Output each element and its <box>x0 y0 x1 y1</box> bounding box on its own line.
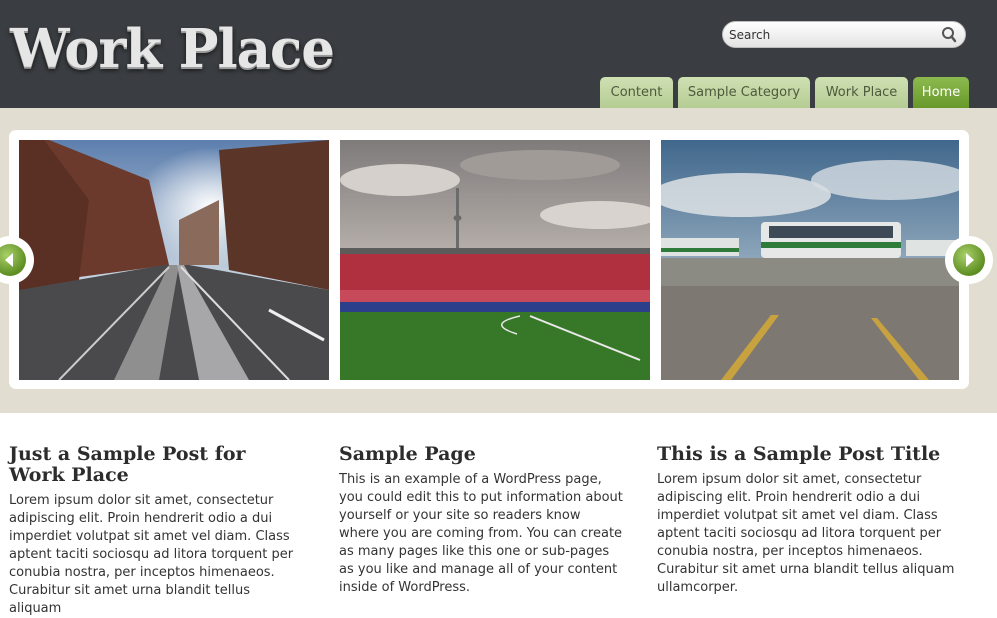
nav-tab-label: Content <box>610 85 663 100</box>
slider-next-button[interactable] <box>945 236 993 284</box>
page-title-link[interactable]: Sample Page <box>339 444 624 465</box>
parking-lot-photo <box>661 140 959 380</box>
page-excerpt: This is an example of a WordPress page, … <box>339 472 623 595</box>
post-title-link[interactable]: This is a Sample Post Title <box>657 444 955 465</box>
nav-tab-work-place[interactable]: Work Place <box>815 77 908 108</box>
site-logo[interactable]: Work Place <box>10 14 335 84</box>
stadium-photo <box>340 140 650 380</box>
street-photo <box>19 140 329 380</box>
post-excerpt: Lorem ipsum dolor sit amet, consectetur … <box>9 493 294 616</box>
search-icon[interactable] <box>940 26 958 44</box>
post-excerpt: Lorem ipsum dolor sit amet, consectetur … <box>657 472 955 595</box>
nav-tab-sample-category[interactable]: Sample Category <box>678 77 810 108</box>
slider-prev-arrow <box>0 244 26 276</box>
nav-tab-home[interactable]: Home <box>913 77 969 108</box>
post-card: This is a Sample Post Title Lorem ipsum … <box>657 444 955 597</box>
search-input[interactable] <box>729 25 929 45</box>
slide-street-image[interactable] <box>19 140 329 380</box>
site-header: Work Place Content Sample Category Work … <box>0 0 997 108</box>
post-title-link[interactable]: Just a Sample Post for Work Place <box>9 444 304 486</box>
chevron-left-icon <box>5 253 13 267</box>
slide-stadium-image[interactable] <box>340 140 650 380</box>
nav-tab-label: Work Place <box>825 85 898 100</box>
nav-tab-label: Home <box>921 85 961 100</box>
page-card: Sample Page This is an example of a Word… <box>339 444 624 597</box>
nav-tab-content[interactable]: Content <box>600 77 673 108</box>
nav-tab-label: Sample Category <box>687 85 801 100</box>
slide-parking-image[interactable] <box>661 140 959 380</box>
slider-next-arrow <box>953 244 985 276</box>
post-card: Just a Sample Post for Work Place Lorem … <box>9 444 304 618</box>
chevron-right-icon <box>966 253 974 267</box>
search-box <box>722 21 966 48</box>
